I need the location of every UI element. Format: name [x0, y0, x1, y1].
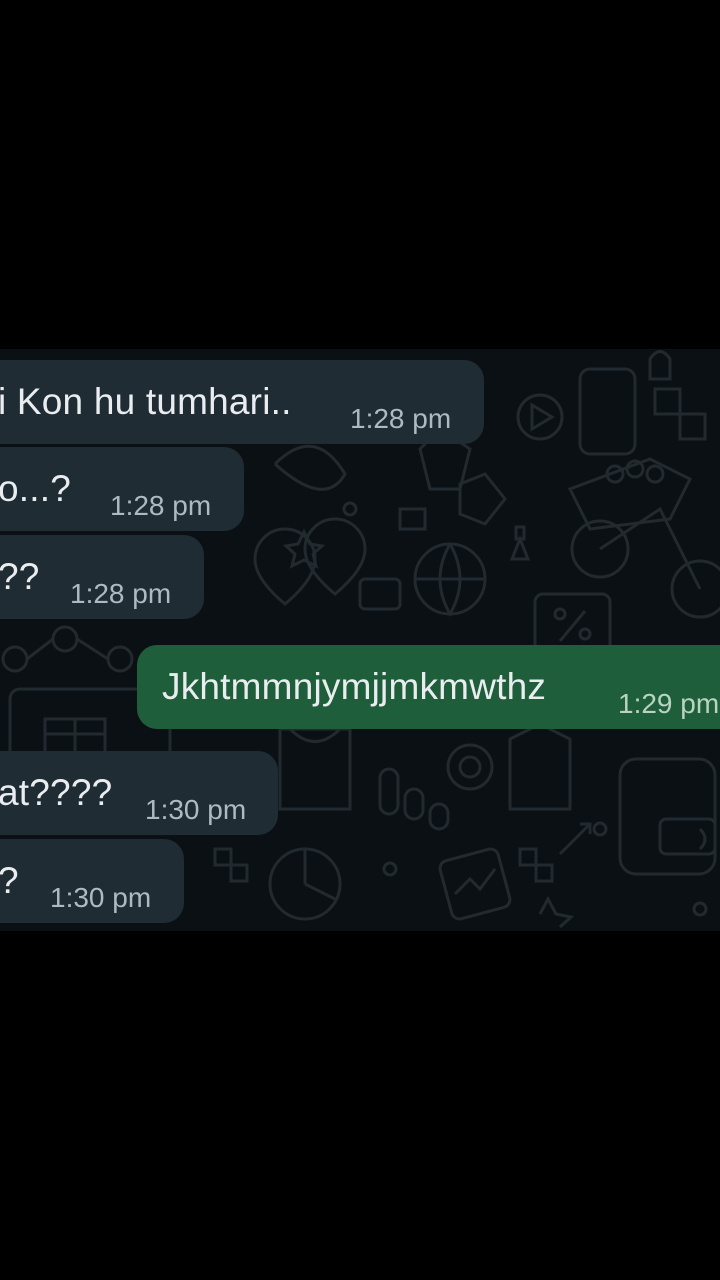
play-doodle-icon — [516, 393, 564, 441]
briefcase-doodle-icon — [358, 577, 402, 611]
message-text: o...? — [0, 468, 71, 509]
star-doodle-icon — [458, 472, 507, 526]
message-bubble-incoming[interactable]: ?? 1:28 pm — [0, 535, 204, 619]
message-timestamp: 1:28 pm — [110, 490, 212, 521]
message-bubble-incoming[interactable]: i Kon hu tumhari.. 1:28 pm — [0, 360, 484, 444]
message-text: ? — [0, 860, 19, 901]
tshirt-doodle-icon — [508, 722, 572, 811]
message-text: Jkhtmmnjymjjmkmwthz — [162, 666, 547, 707]
message-bubble-outgoing[interactable]: Jkhtmmnjymjjmkmwthz 1:29 pm — [137, 645, 720, 729]
chat-area[interactable]: i Kon hu tumhari.. 1:28 pm o...? 1:28 pm… — [0, 349, 720, 931]
bag-doodle-icon — [278, 727, 352, 811]
message-text: at???? — [0, 772, 113, 813]
croissant-doodle-icon — [273, 444, 347, 491]
message-timestamp: 1:30 pm — [50, 882, 152, 913]
sparkle-doodle-icon — [538, 895, 575, 929]
message-timestamp: 1:29 pm — [618, 688, 720, 719]
message-bubble-incoming[interactable]: at???? 1:30 pm — [0, 751, 278, 835]
phone-doodle-icon — [578, 367, 637, 456]
message-timestamp: 1:28 pm — [70, 578, 172, 609]
message-text: i Kon hu tumhari.. — [0, 381, 292, 422]
message-text: ?? — [0, 556, 40, 597]
message-timestamp: 1:30 pm — [145, 794, 247, 825]
gear-doodle-icon — [446, 743, 494, 791]
message-bubble-incoming[interactable]: o...? 1:28 pm — [0, 447, 244, 531]
bottle-doodle-icon — [509, 525, 531, 561]
message-timestamp: 1:28 pm — [350, 403, 452, 434]
wallet-doodle-icon — [618, 757, 717, 876]
message-bubble-incoming[interactable]: ? 1:30 pm — [0, 839, 184, 923]
